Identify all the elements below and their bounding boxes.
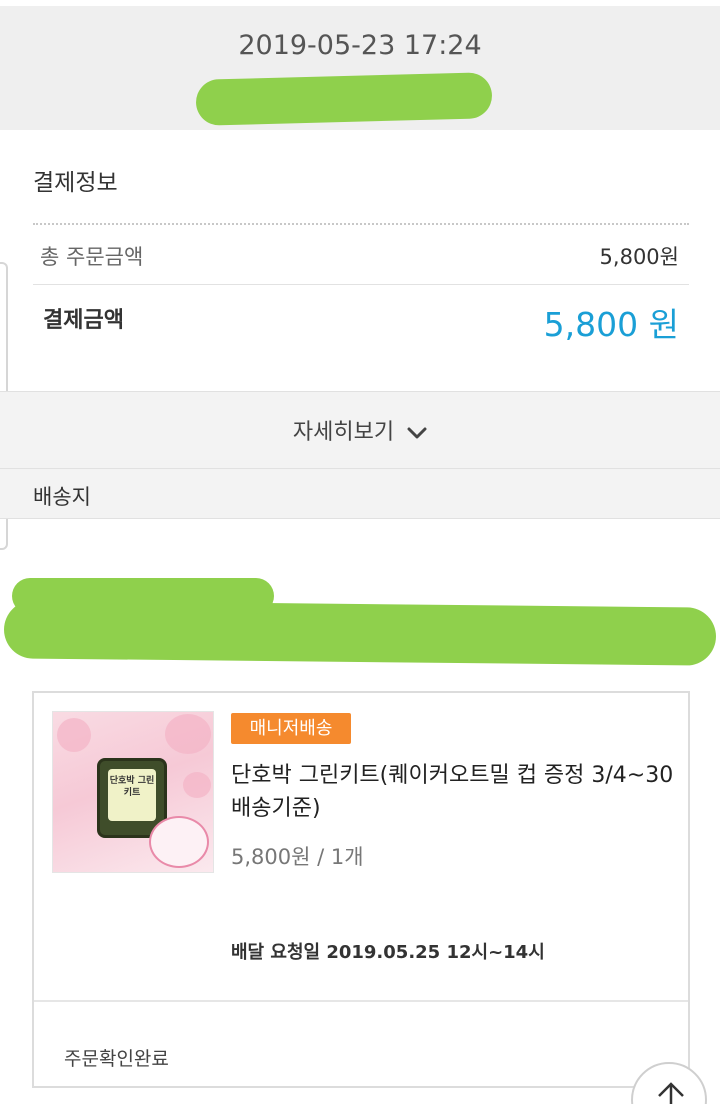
shipping-section-header: 배송지 xyxy=(0,468,720,519)
price-quantity: 5,800원 / 1개 xyxy=(231,845,364,869)
order-status: 주문확인완료 xyxy=(64,1048,169,1070)
total-order-label: 총 주문금액 xyxy=(40,245,144,269)
card-divider xyxy=(34,1000,688,1002)
blossom-decoration xyxy=(165,714,211,754)
shipping-title: 배송지 xyxy=(33,485,91,509)
payment-info-title: 결제정보 xyxy=(33,170,118,196)
dotted-divider xyxy=(33,223,689,225)
details-toggle-label: 자세히보기 xyxy=(292,420,395,445)
order-item-card: 단호박 그린키트 매니저배송 단호박 그린키트(퀘이커오트밀 컵 증정 3/4~… xyxy=(32,691,690,1088)
redaction-mark xyxy=(12,578,274,614)
product-thumbnail[interactable]: 단호박 그린키트 xyxy=(52,711,214,873)
product-name-link[interactable]: 단호박 그린키트(퀘이커오트밀 컵 증정 3/4~30 배송기준) xyxy=(231,759,683,825)
delivery-request-date: 배달 요청일 2019.05.25 12시~14시 xyxy=(231,942,545,963)
blossom-decoration xyxy=(183,772,211,798)
details-toggle-bar[interactable]: 자세히보기 xyxy=(0,391,720,469)
order-header: 2019-05-23 17:24 xyxy=(0,0,720,130)
chevron-down-icon xyxy=(407,421,427,446)
payment-amount-label: 결제금액 xyxy=(43,308,124,333)
header-top-line xyxy=(0,0,720,6)
gift-badge-image xyxy=(149,816,209,868)
row-divider xyxy=(33,284,689,285)
total-order-value: 5,800원 xyxy=(599,245,679,269)
delivery-type-badge: 매니저배송 xyxy=(231,713,351,744)
payment-amount-value: 5,800 원 xyxy=(543,305,679,344)
package-label: 단호박 그린키트 xyxy=(108,769,156,821)
details-toggle-button[interactable]: 자세히보기 xyxy=(0,414,720,446)
blossom-decoration xyxy=(57,718,91,752)
order-datetime: 2019-05-23 17:24 xyxy=(238,30,482,61)
redaction-mark xyxy=(195,72,493,126)
